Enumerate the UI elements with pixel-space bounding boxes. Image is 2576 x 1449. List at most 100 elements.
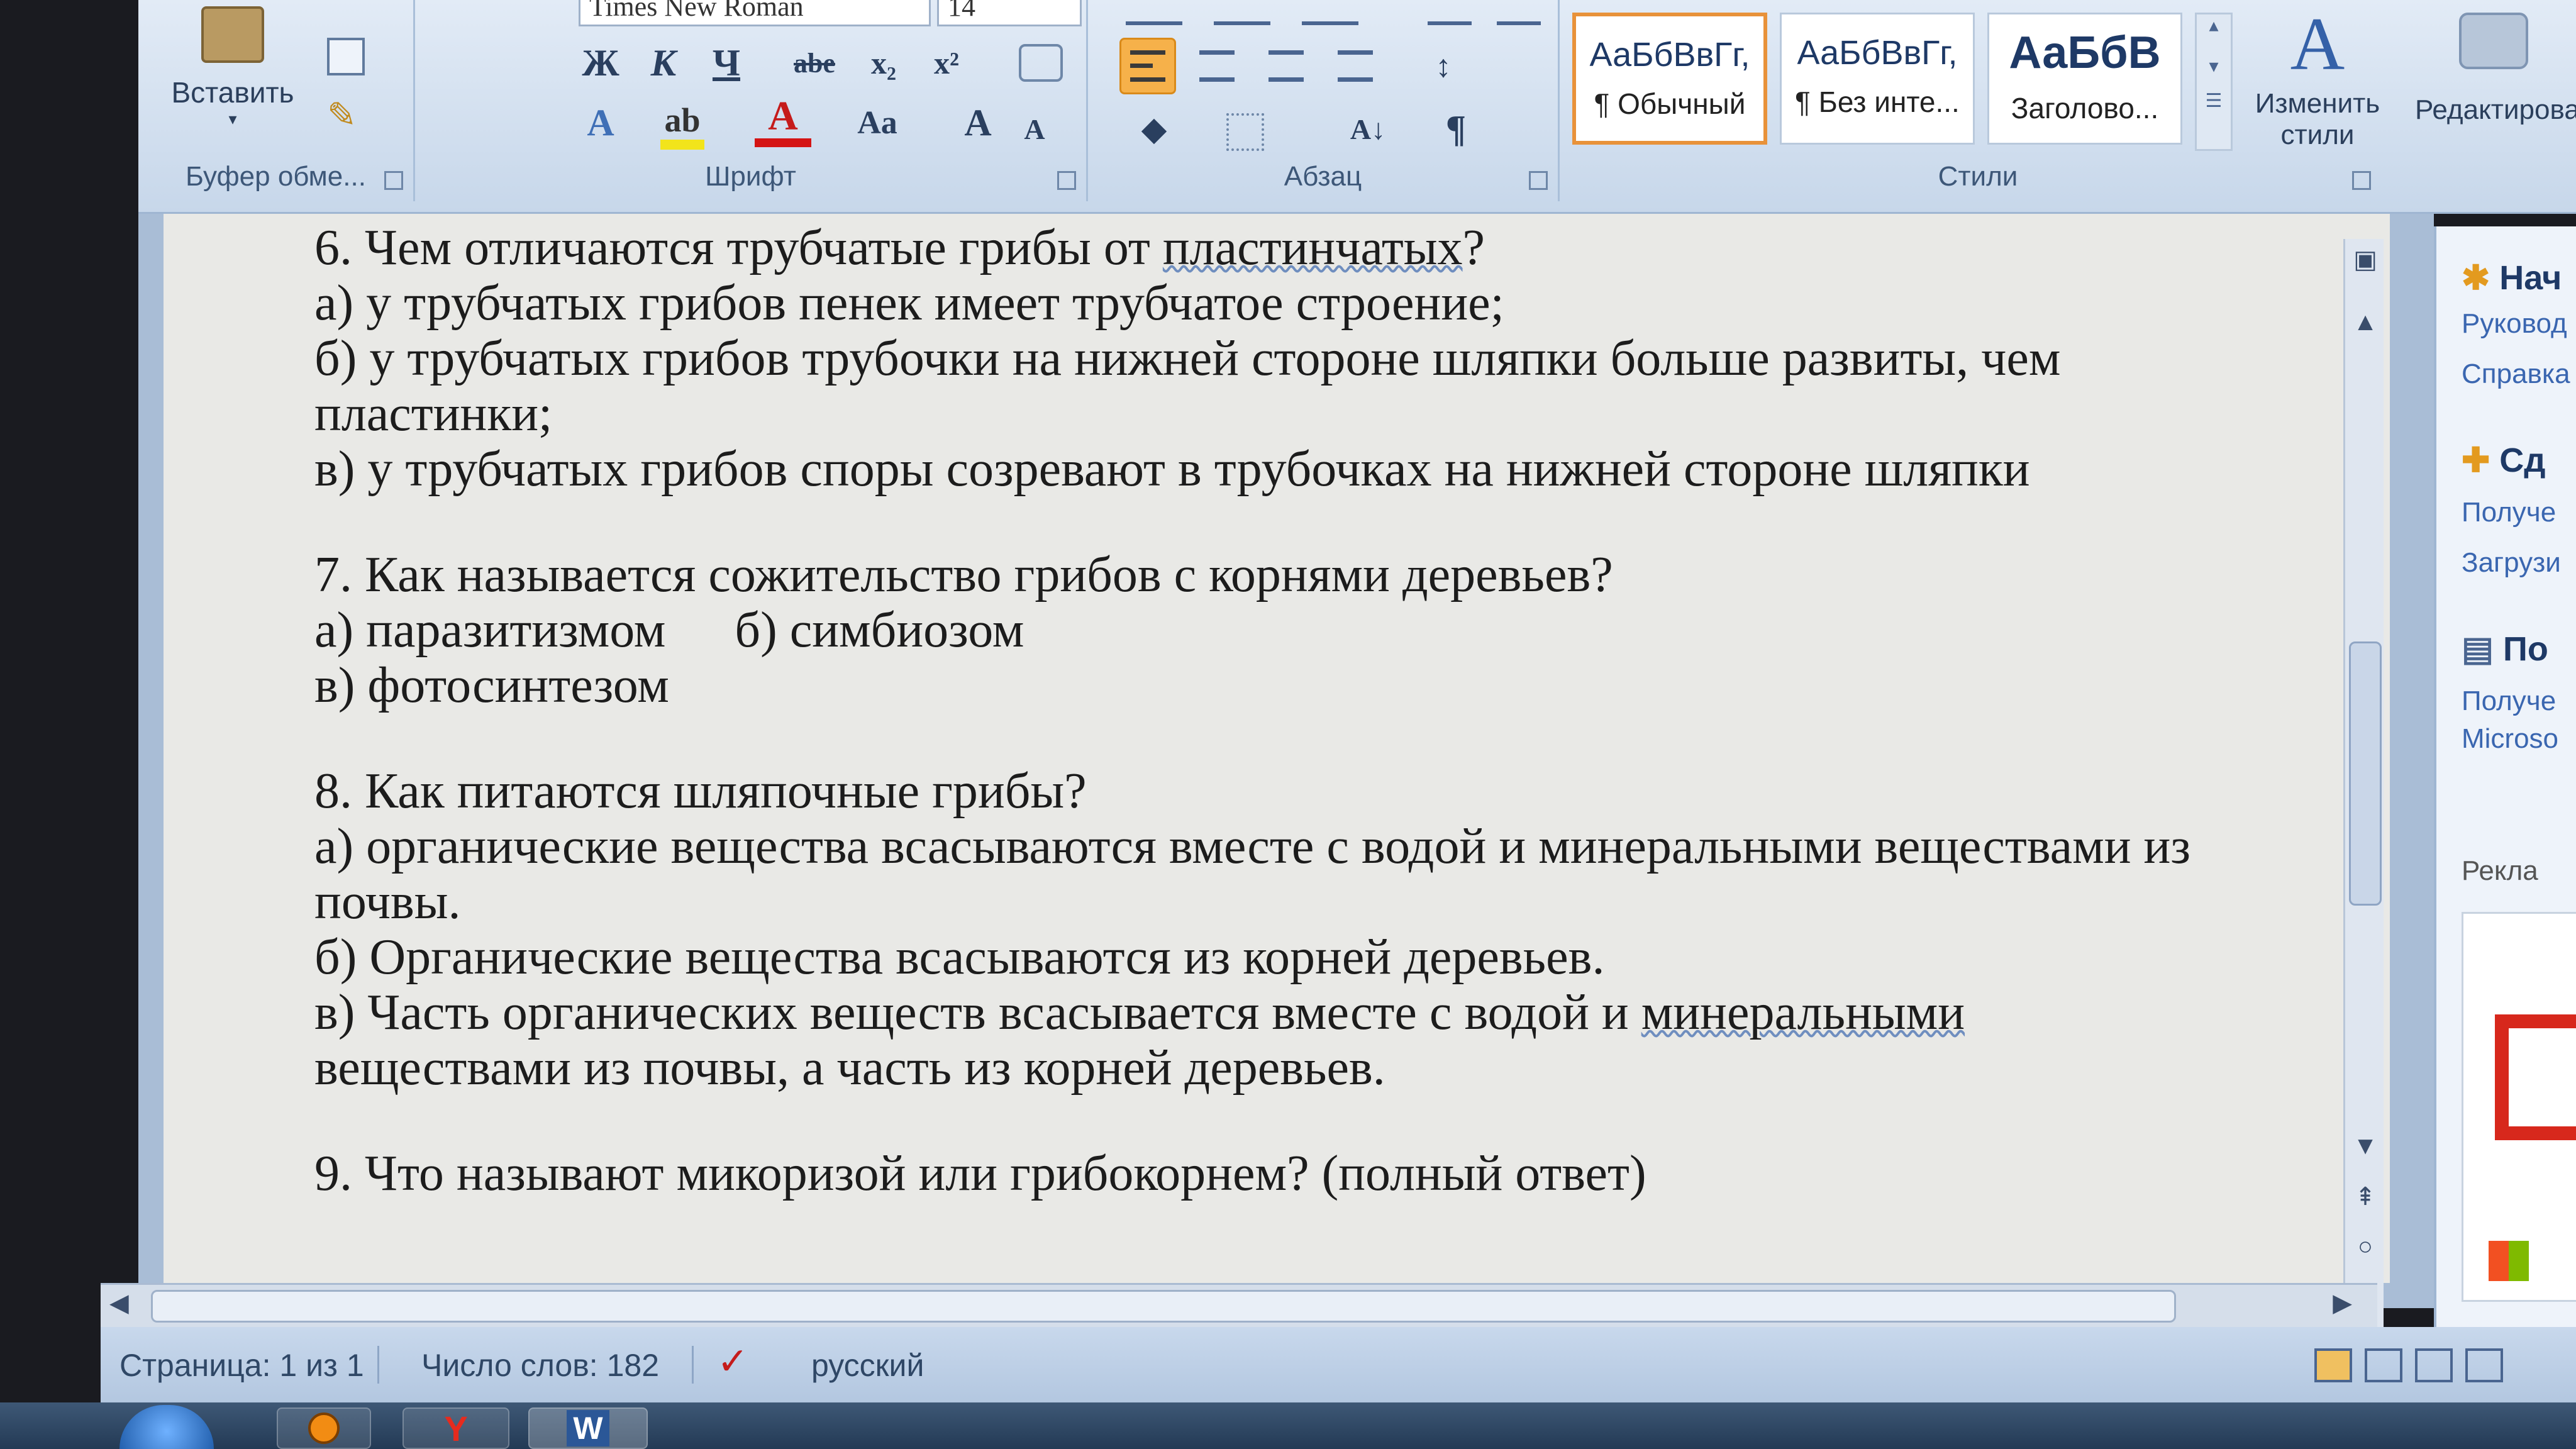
status-separator: [377, 1346, 379, 1384]
font-launcher-icon[interactable]: [1057, 171, 1076, 190]
start-button[interactable]: [119, 1405, 214, 1449]
font-size-dropdown[interactable]: 14: [937, 0, 1082, 26]
taskbar: Y W: [0, 1402, 2576, 1449]
task-pane: ✱ Нач Руковод Справка ✚ Сд Получе Загруз…: [2434, 226, 2576, 1346]
borders-icon[interactable]: [1226, 113, 1264, 151]
select-browse-object-icon[interactable]: ○: [2345, 1233, 2385, 1261]
copy-icon[interactable]: [327, 38, 365, 75]
spell-check-icon[interactable]: ✓: [717, 1340, 748, 1384]
view-web-layout-icon[interactable]: [2415, 1348, 2453, 1382]
question-8: 8. Как питаются шляпочные грибы? а) орга…: [314, 763, 2390, 1096]
editing-label: Редактирование: [2415, 94, 2576, 125]
shading-button[interactable]: ◆: [1126, 101, 1182, 157]
status-bar: Страница: 1 из 1 Число слов: 182 ✓ русск…: [101, 1327, 2576, 1402]
style-no-spacing[interactable]: АаБбВвГг, ¶ Без инте...: [1780, 13, 1975, 145]
paste-button[interactable]: Вставить ▾: [164, 0, 302, 145]
subscript-button[interactable]: x₂: [855, 35, 912, 91]
numbering-icon[interactable]: [1214, 0, 1270, 25]
superscript-button[interactable]: x²: [918, 35, 975, 91]
bullets-icon[interactable]: [1126, 0, 1182, 25]
justify-button[interactable]: [1327, 38, 1384, 94]
clipboard-launcher-icon[interactable]: [384, 171, 403, 190]
styles-launcher-icon[interactable]: [2352, 171, 2371, 190]
q8-question: 8. Как питаются шляпочные грибы?: [314, 763, 1087, 819]
taskpane-link-get-2[interactable]: Получе: [2462, 686, 2556, 717]
vertical-scroll-thumb[interactable]: [2349, 641, 2382, 906]
change-case-button[interactable]: Aa: [849, 94, 906, 151]
clear-formatting-icon[interactable]: [1019, 44, 1063, 82]
vertical-scrollbar[interactable]: ▣ ▲ ▼ ⇞ ○ ⇟: [2343, 239, 2384, 1327]
justify-icon: [1338, 50, 1373, 82]
status-language[interactable]: русский: [811, 1347, 924, 1384]
underline-button[interactable]: Ч: [698, 35, 755, 91]
horizontal-scroll-thumb[interactable]: [151, 1290, 2176, 1323]
paste-label: Вставить: [171, 76, 294, 109]
taskpane-heading-start: ✱ Нач: [2462, 259, 2562, 297]
highlight-icon[interactable]: ab: [660, 101, 704, 150]
change-styles-button[interactable]: A Изменить стили: [2245, 0, 2390, 164]
line-spacing-button[interactable]: ↕: [1415, 38, 1472, 94]
increase-indent-icon[interactable]: [1497, 0, 1541, 25]
taskpane-heading-more: ▤ По: [2462, 630, 2548, 668]
ad-banner[interactable]: [2462, 912, 2576, 1302]
view-outline-icon[interactable]: [2465, 1348, 2503, 1382]
align-left-button[interactable]: [1119, 38, 1176, 94]
scroll-left-icon[interactable]: ◀: [109, 1289, 129, 1318]
taskbar-word-icon[interactable]: W: [528, 1407, 648, 1449]
taskpane-link-help[interactable]: Справка: [2462, 358, 2570, 390]
q8-answer-a-line2: почвы.: [314, 874, 461, 930]
q8-answer-a-line1: а) органические вещества всасываются вме…: [314, 819, 2190, 874]
view-print-layout-icon[interactable]: [2314, 1348, 2352, 1382]
font-name-dropdown[interactable]: Times New Roman: [579, 0, 931, 26]
taskpane-link-download[interactable]: Загрузи: [2462, 547, 2561, 579]
view-full-screen-icon[interactable]: [2365, 1348, 2402, 1382]
cart-icon: ▤: [2462, 630, 2494, 668]
show-formatting-button[interactable]: ¶: [1428, 101, 1484, 157]
office-logo-icon: [2495, 1014, 2576, 1140]
taskbar-yandex-icon[interactable]: Y: [402, 1407, 509, 1449]
text-effects-icon[interactable]: A: [572, 94, 629, 151]
spelling-marked-word[interactable]: пластинчатых: [1163, 220, 1463, 275]
editing-button[interactable]: Редактирование: [2415, 0, 2576, 164]
styles-group: АаБбВвГг, ¶ Обычный АаБбВвГг, ¶ Без инте…: [1560, 0, 2396, 201]
clipboard-group: Вставить ▾ ✎ Буфер обме...: [138, 0, 415, 201]
styles-scroll[interactable]: ▴ ▾ ☰: [2195, 13, 2233, 151]
document-text[interactable]: 6. Чем отличаются трубчатые грибы от пла…: [314, 220, 2390, 1252]
style-normal[interactable]: АаБбВвГг, ¶ Обычный: [1572, 13, 1767, 145]
taskpane-link-microsoft[interactable]: Microso: [2462, 723, 2558, 755]
align-center-icon: [1199, 50, 1235, 82]
paragraph-launcher-icon[interactable]: [1529, 171, 1548, 190]
format-painter-icon[interactable]: ✎: [327, 94, 365, 135]
q6-answer-b-line2: пластинки;: [314, 386, 553, 441]
q8-answer-c-line1: в) Часть органических веществ всасываетс…: [314, 985, 1965, 1040]
spelling-marked-word[interactable]: минеральными: [1641, 985, 1965, 1040]
previous-page-icon[interactable]: ⇞: [2345, 1182, 2385, 1211]
multilevel-list-icon[interactable]: [1302, 0, 1358, 25]
align-center-button[interactable]: [1189, 38, 1245, 94]
star-icon: ✱: [2462, 259, 2490, 297]
align-right-button[interactable]: [1258, 38, 1314, 94]
taskbar-avast-icon[interactable]: [277, 1407, 371, 1449]
document-page[interactable]: 6. Чем отличаются трубчатые грибы от пла…: [164, 214, 2390, 1283]
font-color-button[interactable]: A: [755, 94, 811, 151]
status-word-count[interactable]: Число слов: 182: [421, 1347, 659, 1384]
status-page-count[interactable]: Страница: 1 из 1: [119, 1347, 364, 1384]
bold-button[interactable]: Ж: [572, 35, 629, 91]
ruler-toggle-icon[interactable]: ▣: [2345, 245, 2385, 274]
binoculars-icon: [2459, 13, 2528, 69]
scroll-right-icon[interactable]: ▶: [2333, 1289, 2352, 1318]
grow-font-button[interactable]: A: [950, 94, 1006, 151]
shrink-font-button[interactable]: A: [1006, 101, 1063, 157]
taskpane-link-guide[interactable]: Руковод: [2462, 308, 2567, 340]
strikethrough-button[interactable]: abe: [786, 35, 843, 91]
horizontal-scrollbar[interactable]: ◀ ▶: [101, 1283, 2377, 1327]
scroll-down-icon[interactable]: ▼: [2345, 1132, 2385, 1160]
q6-answer-a: а) у трубчатых грибов пенек имеет трубча…: [314, 275, 1504, 331]
align-right-icon: [1269, 50, 1304, 82]
scroll-up-icon[interactable]: ▲: [2345, 308, 2385, 336]
decrease-indent-icon[interactable]: [1428, 0, 1472, 25]
sort-button[interactable]: A↓: [1340, 101, 1396, 157]
italic-button[interactable]: К: [635, 35, 692, 91]
style-heading[interactable]: АаБбВ Заголово...: [1987, 13, 2182, 145]
taskpane-link-get[interactable]: Получе: [2462, 497, 2556, 528]
